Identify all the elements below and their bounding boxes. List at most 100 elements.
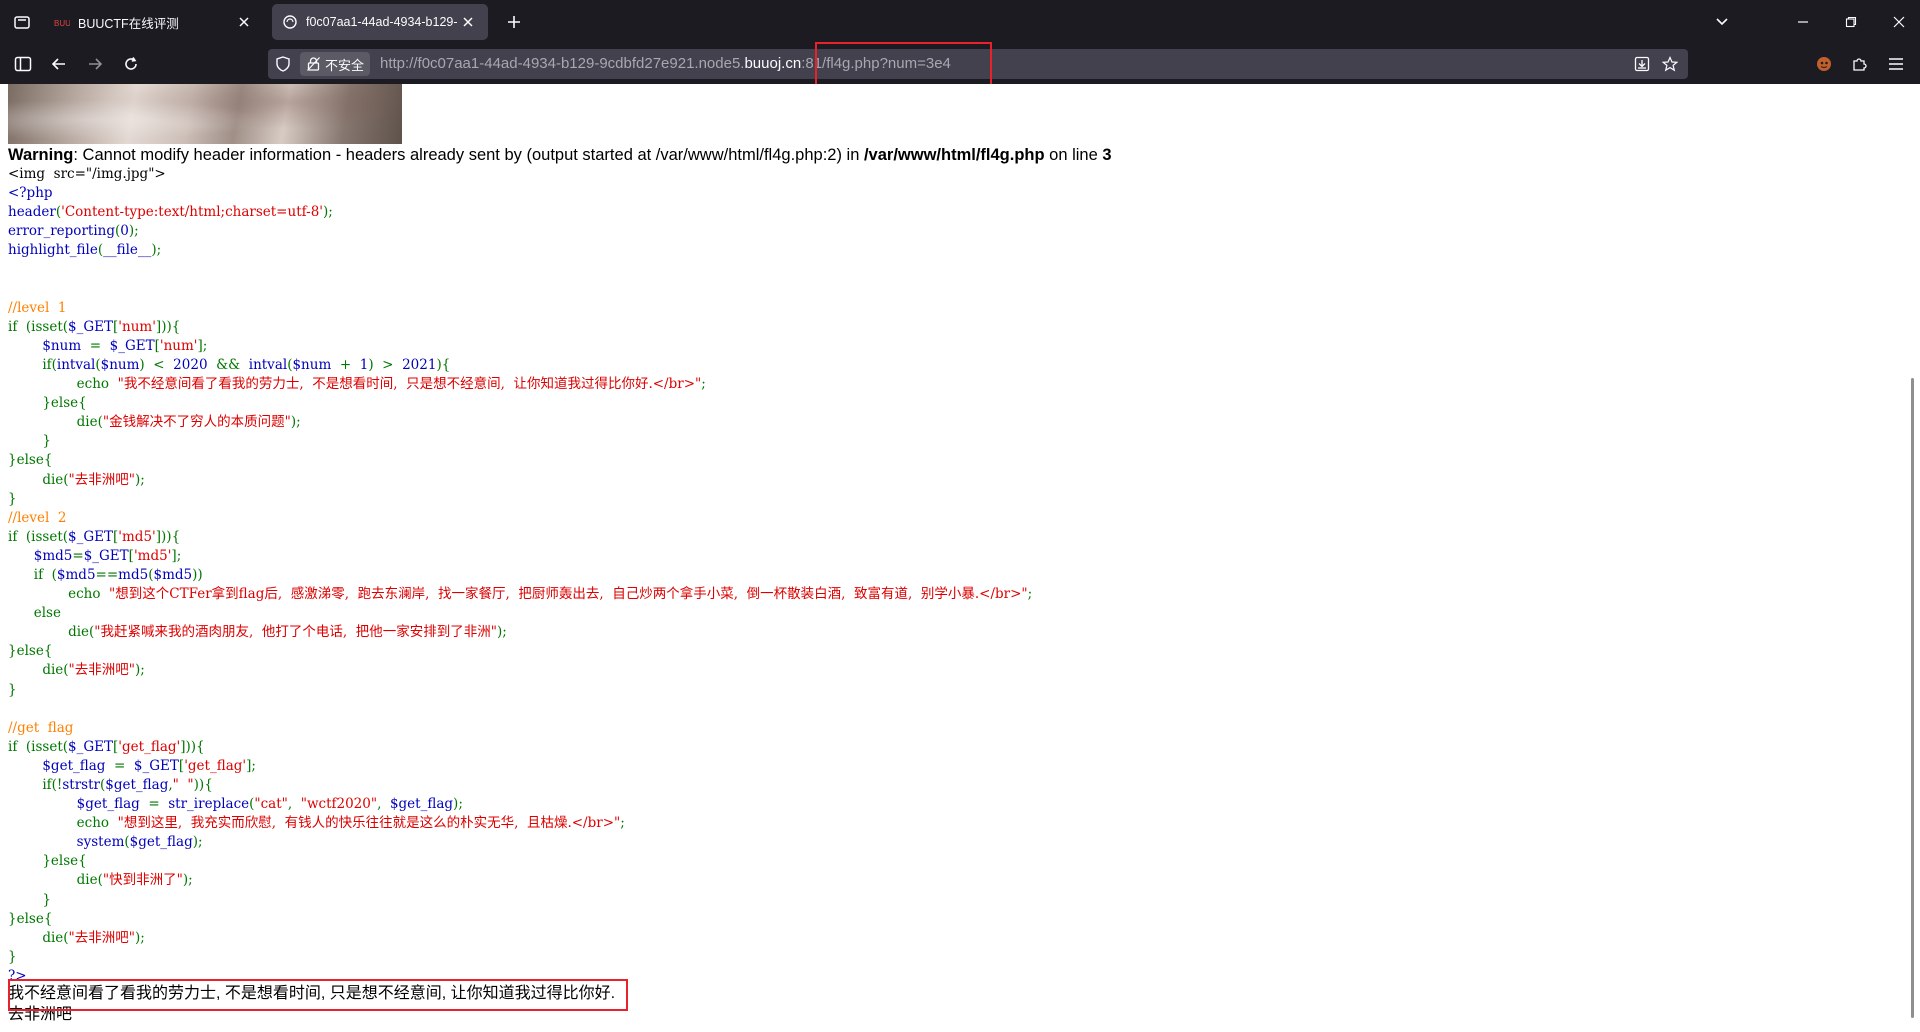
new-tab-button[interactable]: [500, 8, 528, 36]
code-token: ];: [246, 757, 256, 774]
code-line: else: [8, 604, 1032, 623]
code-token: }: [8, 490, 17, 507]
code-token: die(: [8, 624, 95, 641]
code-token: if(!: [8, 777, 63, 793]
code-token: ==: [95, 566, 119, 583]
code-line: }: [8, 490, 1032, 509]
code-token: header: [8, 204, 56, 221]
code-token: )){: [193, 777, 213, 793]
sidebar-button[interactable]: [8, 50, 38, 78]
tab-buuctf[interactable]: BUU BUUCTF在线评测: [44, 4, 264, 40]
code-token: );: [496, 624, 507, 641]
code-line: $get_flag = str_ireplace("cat", "wctf202…: [8, 795, 1032, 814]
code-token: " ": [172, 777, 194, 793]
shield-icon[interactable]: [274, 55, 292, 73]
code-token: if(: [8, 356, 57, 373]
tab-challenge[interactable]: f0c07aa1-44ad-4934-b129-9cdbfd27e921: [272, 4, 488, 40]
code-token: =: [109, 757, 134, 774]
tab-list-button[interactable]: [8, 8, 36, 36]
code-token: =: [85, 337, 110, 354]
code-token: "wctf2020": [300, 796, 378, 813]
code-token: die(: [8, 872, 103, 889]
code-token: );: [128, 223, 139, 240]
code-token: error_reporting: [8, 223, 115, 240]
restore-icon: [1845, 16, 1857, 28]
code-token: ])){: [155, 318, 181, 335]
code-token: $get_flag: [389, 796, 454, 813]
code-token: }else{: [8, 452, 53, 469]
minimize-icon: [1798, 21, 1808, 23]
code-token: echo: [8, 376, 118, 393]
code-token: $num: [42, 337, 86, 354]
puzzle-icon: [1853, 58, 1867, 71]
forward-button[interactable]: [80, 50, 110, 78]
code-token: =: [72, 547, 84, 564]
code-token: "去非洲吧": [68, 471, 135, 488]
code-token: die(: [8, 929, 69, 946]
plus-icon: [508, 16, 520, 28]
tab-title: BUUCTF在线评测: [78, 16, 179, 31]
code-token: 'num': [118, 318, 156, 335]
code-token: intval: [248, 356, 288, 373]
code-token: ) >: [368, 356, 403, 373]
annotation-box-output: [8, 979, 628, 1011]
security-label: 不安全: [325, 57, 365, 73]
challenge-image: [8, 84, 402, 144]
warning-file: /var/www/html/fl4g.php: [863, 146, 1045, 164]
restore-button[interactable]: [1836, 8, 1866, 36]
code-token: $_GET: [68, 318, 114, 335]
code-token: 'get_flag': [184, 757, 247, 774]
code-token: "金钱解决不了穷人的本质问题": [102, 414, 291, 431]
code-token: $num: [100, 356, 140, 373]
app-menu-button[interactable]: [1882, 50, 1910, 78]
extension-button[interactable]: [1810, 50, 1838, 78]
code-line: die("我赶紧喊来我的酒肉朋友, 他打了个电话, 把他一家安排到了非洲");: [8, 623, 1032, 642]
code-line: echo "我不经意间看了看我的劳力士, 不是想看时间, 只是想不经意间, 让你…: [8, 375, 1032, 394]
buuctf-favicon: BUU: [54, 14, 70, 30]
code-token: //get flag: [8, 719, 74, 736]
url-prefix: http://f0c07aa1-44ad-4934-b129-9cdbfd27e…: [380, 55, 745, 72]
code-token: $_GET: [68, 738, 114, 755]
code-token: }else{: [8, 853, 87, 870]
code-token: else: [8, 605, 61, 622]
code-token: die(: [8, 662, 69, 679]
scrollbar-thumb[interactable]: [1911, 378, 1914, 1018]
code-token: 'Content-type:text/html;charset=utf-8': [61, 204, 323, 221]
globe-favicon: [282, 14, 298, 30]
code-token: "我赶紧喊来我的酒肉朋友, 他打了个电话, 把他一家安排到了非洲": [94, 624, 497, 641]
back-button[interactable]: [44, 50, 74, 78]
code-token: "快到非洲了": [102, 872, 183, 889]
insecure-lock-icon: [306, 57, 320, 71]
code-token: $num: [292, 356, 336, 373]
code-line: $md5=$_GET['md5'];: [8, 547, 1032, 566]
code-line: }else{: [8, 642, 1032, 661]
tab-list-icon: [14, 16, 30, 29]
bookmark-button[interactable]: [1659, 53, 1681, 75]
reader-view-button[interactable]: [1631, 53, 1653, 75]
arrow-right-icon: [89, 58, 103, 70]
code-line: die("去非洲吧");: [8, 661, 1032, 680]
code-token: "去非洲吧": [68, 662, 135, 679]
reload-button[interactable]: [116, 50, 146, 78]
code-token: ])){: [180, 738, 205, 755]
code-token: //level 2: [8, 509, 67, 526]
code-token: }: [8, 433, 51, 450]
code-token: ,: [377, 796, 390, 813]
security-indicator[interactable]: 不安全: [300, 52, 371, 76]
arrow-left-icon: [51, 58, 65, 70]
list-all-tabs-button[interactable]: [1707, 8, 1737, 36]
download-icon: [1634, 56, 1650, 72]
close-window-button[interactable]: [1884, 8, 1914, 36]
vertical-scrollbar[interactable]: [1906, 84, 1920, 1032]
code-token: "想到这个CTFer拿到flag后, 感激涕零, 跑去东澜岸, 找一家餐厅, 把…: [109, 586, 1028, 603]
code-token: die(: [8, 414, 103, 431]
code-token: 'num': [159, 337, 198, 354]
extensions-menu-button[interactable]: [1846, 50, 1874, 78]
tab-title: f0c07aa1-44ad-4934-b129-9cdbfd27e921: [306, 15, 458, 29]
close-tab-icon[interactable]: [234, 12, 254, 32]
minimize-button[interactable]: [1788, 8, 1818, 36]
close-tab-icon[interactable]: [458, 12, 478, 32]
